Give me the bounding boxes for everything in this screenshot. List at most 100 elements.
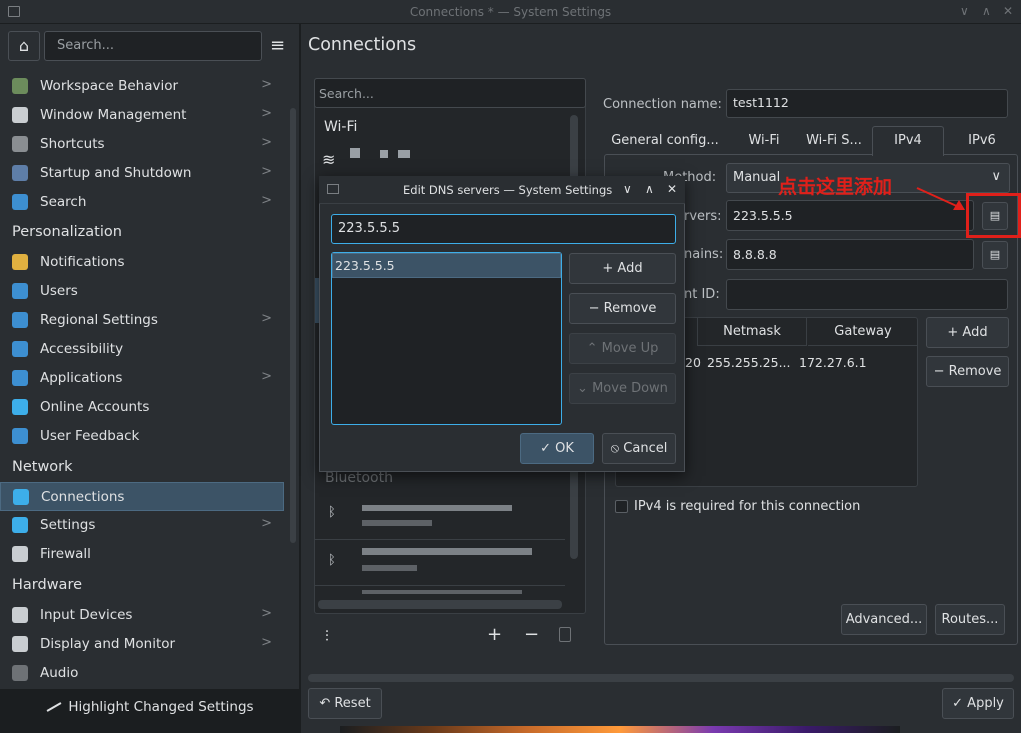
sidebar-item-connections[interactable]: Connections (0, 482, 284, 511)
dialog-close-button[interactable]: ✕ (667, 182, 677, 196)
apply-button[interactable]: ✓ Apply (942, 688, 1014, 719)
sidebar-item-search[interactable]: Search > (0, 188, 284, 217)
dialog-move-down-button[interactable]: ⌄ Move Down (569, 373, 676, 404)
sidebar-item-workspace-behavior[interactable]: Workspace Behavior > (0, 72, 284, 101)
dialog-maximize-button[interactable]: ∧ (645, 182, 654, 196)
sidebar-item-label: Audio (40, 665, 79, 681)
dhcp-client-id-input[interactable] (726, 279, 1008, 310)
sidebar-item-label: Settings (40, 517, 96, 533)
dialog-remove-button[interactable]: − Remove (569, 293, 676, 324)
sidebar-item-window-management[interactable]: Window Management > (0, 101, 284, 130)
sidebar-item-display-and-monitor[interactable]: Display and Monitor > (0, 630, 284, 659)
dialog-ok-button[interactable]: ✓ OK (520, 433, 594, 464)
tab-wifi-security[interactable]: Wi-Fi S... (800, 127, 868, 155)
table-header-netmask[interactable]: Netmask (697, 317, 807, 346)
sidebar-item-label: Shortcuts (40, 136, 105, 152)
highlight-changed-settings-button[interactable]: Highlight Changed Settings (0, 690, 300, 724)
power-icon (12, 165, 28, 181)
chevron-right-icon: > (261, 635, 272, 650)
maximize-button[interactable]: ∧ (982, 4, 991, 18)
bluetooth-connection-item[interactable] (315, 492, 565, 540)
sidebar-item-applications[interactable]: Applications > (0, 364, 284, 393)
sidebar-search-input[interactable]: Search... (44, 31, 262, 61)
sidebar-item-users[interactable]: Users (0, 277, 284, 306)
tab-ipv4[interactable]: IPv4 (872, 126, 944, 156)
obscured-device-name (362, 590, 522, 594)
dns-server-list-item[interactable]: 223.5.5.5 (332, 253, 561, 278)
table-header-gateway[interactable]: Gateway (808, 317, 918, 346)
home-icon: ⌂ (18, 36, 30, 55)
search-domains-input[interactable]: 8.8.8.8 (726, 239, 974, 270)
sidebar-item-accessibility[interactable]: Accessibility (0, 335, 284, 364)
dialog-cancel-button[interactable]: ⦸ Cancel (602, 433, 676, 464)
annotation-arrow (916, 187, 965, 210)
search-domains-label: nains: (684, 247, 724, 262)
dialog-app-icon (327, 184, 339, 194)
sidebar-item-firewall[interactable]: Firewall (0, 540, 284, 569)
sidebar-item-regional-settings[interactable]: Regional Settings > (0, 306, 284, 335)
section-header-personalization: Personalization (12, 224, 122, 240)
sidebar-scrollbar[interactable] (290, 108, 296, 543)
dns-server-input[interactable]: 223.5.5.5 (331, 214, 676, 244)
ipv4-required-checkbox[interactable] (615, 500, 628, 513)
advanced-button[interactable]: Advanced... (841, 604, 927, 635)
tab-general-config[interactable]: General config... (606, 127, 724, 155)
dialog-add-button[interactable]: + Add (569, 253, 676, 284)
sidebar-item-label: Notifications (40, 254, 125, 270)
window-icon (12, 107, 28, 123)
minimize-button[interactable]: ∨ (960, 4, 969, 18)
highlight-pen-icon (46, 702, 62, 712)
input-devices-icon (12, 607, 28, 623)
annotation-text: 点击这里添加 (778, 176, 893, 198)
sidebar-item-label: Accessibility (40, 341, 124, 357)
connection-name-input[interactable]: test1112 (726, 89, 1008, 118)
sidebar-item-label: Search (40, 194, 87, 210)
bell-icon (12, 254, 28, 270)
ipv4-required-label: IPv4 is required for this connection (634, 499, 861, 514)
routes-button[interactable]: Routes... (935, 604, 1005, 635)
home-button[interactable]: ⌂ (8, 31, 40, 61)
sidebar-item-settings[interactable]: Settings > (0, 511, 284, 540)
apps-icon (12, 370, 28, 386)
sidebar-item-notifications[interactable]: Notifications (0, 248, 284, 277)
monitor-icon (12, 636, 28, 652)
undo-icon: ↶ (319, 696, 331, 711)
sidebar-item-label: Online Accounts (40, 399, 150, 415)
obscured-device-name (362, 505, 512, 511)
edit-search-domains-button[interactable]: ▤ (982, 241, 1008, 269)
configure-icon[interactable]: ⫶ (325, 627, 329, 645)
tab-wifi[interactable]: Wi-Fi (738, 127, 790, 155)
connection-search-input[interactable]: Search... (314, 78, 586, 108)
dhcp-client-id-label: nt ID: (684, 287, 720, 302)
reset-button[interactable]: ↶ Reset (308, 688, 382, 719)
table-cell-netmask[interactable]: 255.255.25... (707, 355, 791, 370)
import-export-icon[interactable] (559, 627, 571, 642)
obscured-network-name (350, 148, 360, 158)
sidebar-item-label: Applications (40, 370, 123, 386)
sidebar-item-user-feedback[interactable]: User Feedback (0, 422, 284, 451)
table-cell-address[interactable]: 20 (685, 355, 701, 370)
sidebar-item-online-accounts[interactable]: Online Accounts (0, 393, 284, 422)
remove-address-button[interactable]: − Remove (926, 356, 1009, 387)
window-title: Connections * — System Settings (409, 5, 612, 19)
table-cell-gateway[interactable]: 172.27.6.1 (799, 355, 867, 370)
sidebar-item-label: Window Management (40, 107, 187, 123)
hamburger-menu-icon[interactable]: ≡ (270, 35, 285, 56)
main-hscrollbar[interactable] (308, 674, 1014, 682)
close-button[interactable]: ✕ (1003, 4, 1013, 18)
remove-connection-icon[interactable]: − (524, 624, 539, 645)
dialog-move-up-button[interactable]: ⌃ Move Up (569, 333, 676, 364)
list-edit-icon: ▤ (989, 248, 1001, 261)
check-icon: ✓ (540, 441, 551, 456)
check-icon: ✓ (952, 696, 964, 711)
add-address-button[interactable]: + Add (926, 317, 1009, 348)
sidebar-item-input-devices[interactable]: Input Devices > (0, 601, 284, 630)
page-title: Connections (308, 35, 417, 55)
tab-ipv6[interactable]: IPv6 (956, 127, 1008, 155)
connection-list-hscrollbar[interactable] (318, 600, 562, 609)
sidebar-item-startup-and-shutdown[interactable]: Startup and Shutdown > (0, 159, 284, 188)
add-connection-icon[interactable]: + (487, 624, 502, 645)
sidebar-item-audio[interactable]: Audio (0, 659, 284, 688)
sidebar-item-shortcuts[interactable]: Shortcuts > (0, 130, 284, 159)
dialog-minimize-button[interactable]: ∨ (623, 182, 632, 196)
